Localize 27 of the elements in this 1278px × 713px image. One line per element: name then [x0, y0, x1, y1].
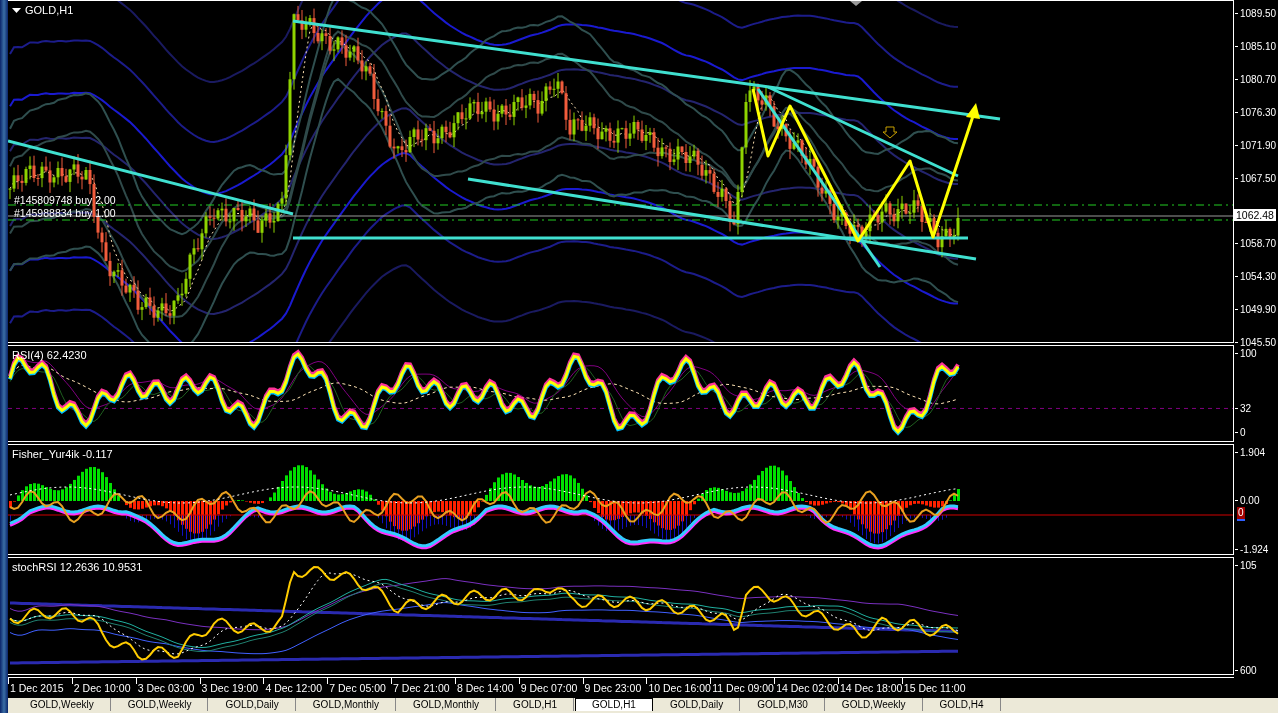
axis-label: 1071.90 — [1235, 138, 1277, 152]
axis-label: 0.00 — [1235, 494, 1260, 507]
axis-label: 1045.50 — [1235, 336, 1277, 349]
axis-label: 600 — [1235, 664, 1257, 677]
current-price-label: 1062.48 — [1234, 209, 1276, 222]
down-arrow-icon — [882, 126, 898, 139]
indicator-label: RSI(4) 62.4230 — [12, 349, 87, 361]
axis-label: 105 — [1235, 559, 1257, 572]
dropdown-caret-icon[interactable] — [12, 7, 21, 13]
indicator-label: Fisher_Yur4ik -0.117 — [12, 448, 113, 460]
axis-label: -1.924 — [1235, 543, 1269, 556]
axis-label: 32 — [1235, 402, 1252, 415]
axis-label: 0 — [1235, 426, 1246, 439]
axis-label: 1080.70 — [1235, 72, 1277, 86]
triangle-icon — [850, 1, 862, 6]
indicator-label: stochRSI 12.2636 10.9531 — [12, 561, 143, 573]
axis-label: 1085.10 — [1235, 39, 1277, 53]
order-label: #145809748 buy 2.00 — [14, 194, 116, 206]
chart-title: GOLD,H1 — [25, 4, 74, 16]
order-label: #145988834 buy 1.00 — [14, 207, 116, 219]
axis-label: 1089.50 — [1235, 7, 1277, 20]
axis-label: 1076.30 — [1235, 105, 1277, 119]
chart-tab[interactable]: GOLD,H1 — [575, 698, 653, 711]
axis-label: 1067.50 — [1235, 171, 1277, 185]
axis-label: 1.904 — [1235, 446, 1266, 459]
level-marker: 0 — [1237, 507, 1245, 521]
axis-label: 100 — [1235, 347, 1257, 360]
